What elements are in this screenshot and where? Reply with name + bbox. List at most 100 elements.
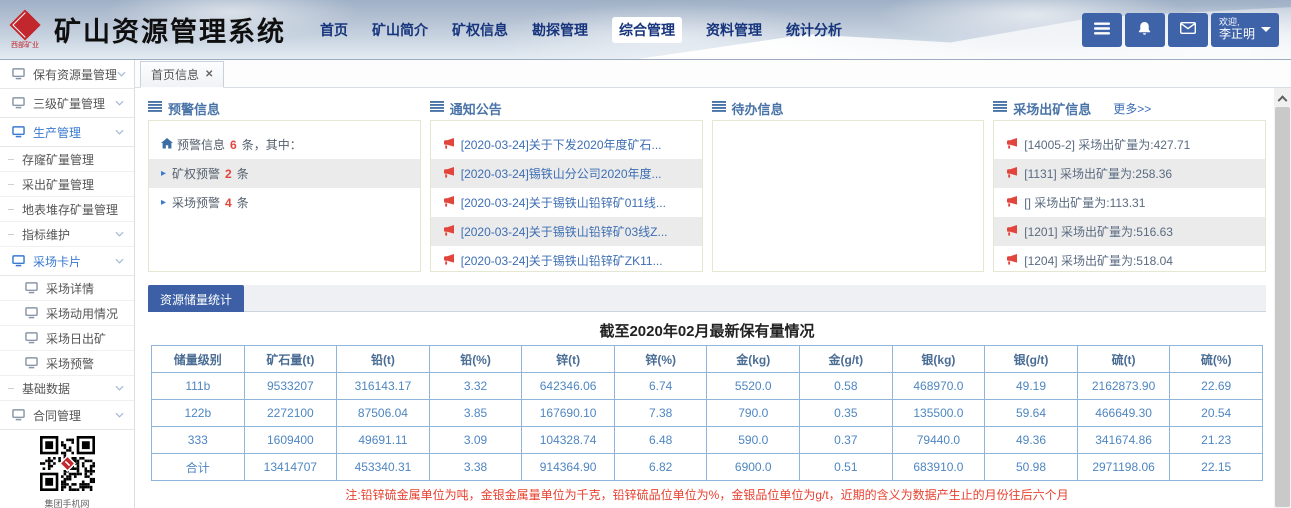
- user-name: 李正明: [1219, 28, 1255, 42]
- more-link[interactable]: 更多>>: [1113, 100, 1151, 117]
- tab-home-info[interactable]: 首页信息 ✕: [140, 61, 224, 88]
- tab-resource-reserve-stats[interactable]: 资源储量统计: [148, 285, 244, 312]
- sidebar-item-9[interactable]: 采场动用情况: [0, 301, 134, 326]
- close-icon[interactable]: ✕: [205, 69, 213, 80]
- notifications-button[interactable]: [1125, 13, 1165, 47]
- table-cell: 9533207: [244, 373, 337, 400]
- chevron-down-icon: [115, 231, 124, 237]
- notice-item-1[interactable]: [2020-03-24]锡铁山分公司2020年度...: [431, 159, 702, 188]
- table-cell: 6900.0: [707, 454, 800, 481]
- table-cell: 7.38: [614, 400, 707, 427]
- nav-item-6[interactable]: 统计分析: [786, 20, 842, 40]
- megaphone-icon: [443, 196, 455, 210]
- monitor-icon: [12, 409, 25, 421]
- sidebar-item-label: 保有资源量管理: [33, 66, 117, 83]
- nav-item-3[interactable]: 勘探管理: [532, 20, 588, 40]
- sidebar-item-10[interactable]: 采场日出矿: [0, 326, 134, 351]
- sidebar-item-5[interactable]: 地表堆存矿量管理: [0, 197, 134, 222]
- list-icon: [148, 99, 162, 117]
- monitor-icon: [12, 126, 25, 138]
- sidebar-item-4[interactable]: 采出矿量管理: [0, 172, 134, 197]
- monitor-icon: [25, 282, 38, 294]
- sidebar-item-11[interactable]: 采场预警: [0, 351, 134, 376]
- mining-item-1[interactable]: [1131] 采场出矿量为:258.36: [994, 159, 1265, 188]
- table-row-3: 合计13414707453340.313.38914364.906.826900…: [152, 454, 1263, 481]
- sidebar-item-label: 地表堆存矿量管理: [22, 201, 118, 218]
- table-cell: 3.85: [429, 400, 522, 427]
- monitor-icon: [25, 307, 38, 319]
- list-item-text: [2020-03-24]关于下发2020年度矿石...: [461, 136, 662, 153]
- column-header: 储量级别: [152, 346, 245, 373]
- megaphone-icon: [443, 138, 455, 152]
- sidebar-item-12[interactable]: 基础数据: [0, 376, 134, 401]
- sidebar-item-13[interactable]: 合同管理: [0, 401, 134, 430]
- sidebar-item-1[interactable]: 三级矿量管理: [0, 89, 134, 118]
- table-cell: 683910.0: [892, 454, 985, 481]
- table-cell: 50.98: [985, 454, 1078, 481]
- table-cell: 122b: [152, 400, 245, 427]
- scroll-up-button[interactable]: [1274, 88, 1291, 106]
- vertical-scrollbar[interactable]: [1274, 88, 1291, 508]
- nav-item-0[interactable]: 首页: [320, 20, 348, 40]
- megaphone-icon: [1006, 225, 1018, 239]
- table-cell: 341674.86: [1077, 427, 1170, 454]
- app-title: 矿山资源管理系统: [54, 10, 286, 49]
- panel-notices: 通知公告 [2020-03-24]关于下发2020年度矿石...[2020-03…: [430, 96, 703, 272]
- nav-item-4[interactable]: 综合管理: [612, 17, 682, 43]
- table-cell: 590.0: [707, 427, 800, 454]
- table-cell: 49.19: [985, 373, 1078, 400]
- mining-item-2[interactable]: [] 采场出矿量为:113.31: [994, 188, 1265, 217]
- sidebar-item-6[interactable]: 指标维护: [0, 222, 134, 247]
- table-cell: 1609400: [244, 427, 337, 454]
- menu-button[interactable]: [1082, 13, 1122, 47]
- nav-item-5[interactable]: 资料管理: [706, 20, 762, 40]
- notice-item-3[interactable]: [2020-03-24]关于锡铁山铅锌矿03线Z...: [431, 217, 702, 246]
- alert-item-0[interactable]: ▸矿权预警2条: [149, 159, 420, 188]
- table-cell: 59.64: [985, 400, 1078, 427]
- notice-item-4[interactable]: [2020-03-24]关于锡铁山铅锌矿ZK11...: [431, 246, 702, 272]
- table-cell: 104328.74: [522, 427, 615, 454]
- main-nav: 首页 矿山简介 矿权信息 勘探管理 综合管理 资料管理 统计分析: [320, 17, 842, 43]
- list-item-text: [1201] 采场出矿量为:516.63: [1024, 223, 1173, 240]
- mining-item-4[interactable]: [1204] 采场出矿量为:518.04: [994, 246, 1265, 272]
- chevron-down-icon: [115, 100, 124, 106]
- todos-empty-box: [712, 120, 985, 272]
- list-icon: [430, 99, 444, 117]
- megaphone-icon: [1006, 167, 1018, 181]
- notice-item-0[interactable]: [2020-03-24]关于下发2020年度矿石...: [431, 130, 702, 159]
- sidebar-item-2[interactable]: 生产管理: [0, 118, 134, 147]
- mining-item-3[interactable]: [1201] 采场出矿量为:516.63: [994, 217, 1265, 246]
- list-item-text: [1204] 采场出矿量为:518.04: [1024, 252, 1173, 269]
- sidebar-item-8[interactable]: 采场详情: [0, 276, 134, 301]
- app-window: 西部矿业 矿山资源管理系统 首页矿山简介矿权信息勘探管理综合管理资料管理统计分析…: [0, 0, 1291, 508]
- table-row-1: 122b227210087506.043.85167690.107.38790.…: [152, 400, 1263, 427]
- list-item-text: [2020-03-24]关于锡铁山铅锌矿03线Z...: [461, 223, 668, 240]
- notice-item-2[interactable]: [2020-03-24]关于锡铁山铅锌矿011线...: [431, 188, 702, 217]
- tab-label: 首页信息: [151, 66, 199, 83]
- chevron-down-icon: [117, 71, 126, 77]
- nav-item-1[interactable]: 矿山简介: [372, 20, 428, 40]
- alert-item-1[interactable]: ▸采场预警4条: [149, 188, 420, 217]
- list-item-text: [14005-2] 采场出矿量为:427.71: [1024, 136, 1190, 153]
- column-header: 银(g/t): [985, 346, 1078, 373]
- table-cell: 6.74: [614, 373, 707, 400]
- sidebar-item-7[interactable]: 采场卡片: [0, 247, 134, 276]
- chevron-down-icon: [115, 129, 124, 135]
- mining-item-0[interactable]: [14005-2] 采场出矿量为:427.71: [994, 130, 1265, 159]
- table-footnote: 注:铅锌硫金属单位为吨，金银金属量单位为千克，铅锌硫品位单位为%，金银品位单位为…: [148, 486, 1266, 503]
- table-cell: 2971198.06: [1077, 454, 1170, 481]
- scrollbar-thumb[interactable]: [1275, 107, 1290, 507]
- table-header-row: 储量级别矿石量(t)铅(t)铅(%)锌(t)锌(%)金(kg)金(g/t)银(k…: [152, 346, 1263, 373]
- nav-item-2[interactable]: 矿权信息: [452, 20, 508, 40]
- sidebar-item-3[interactable]: 存窿矿量管理: [0, 147, 134, 172]
- bell-icon: [1137, 21, 1152, 39]
- monitor-icon: [25, 332, 38, 344]
- user-menu[interactable]: 欢迎, 李正明: [1211, 13, 1279, 47]
- sidebar-item-0[interactable]: 保有资源量管理: [0, 60, 134, 89]
- megaphone-icon: [443, 167, 455, 181]
- chevron-down-icon: [115, 385, 124, 391]
- messages-button[interactable]: [1168, 13, 1208, 47]
- sidebar-item-label: 指标维护: [22, 226, 70, 243]
- list-item-text: [2020-03-24]关于锡铁山铅锌矿011线...: [461, 194, 666, 211]
- panel-todos: 待办信息: [712, 96, 985, 272]
